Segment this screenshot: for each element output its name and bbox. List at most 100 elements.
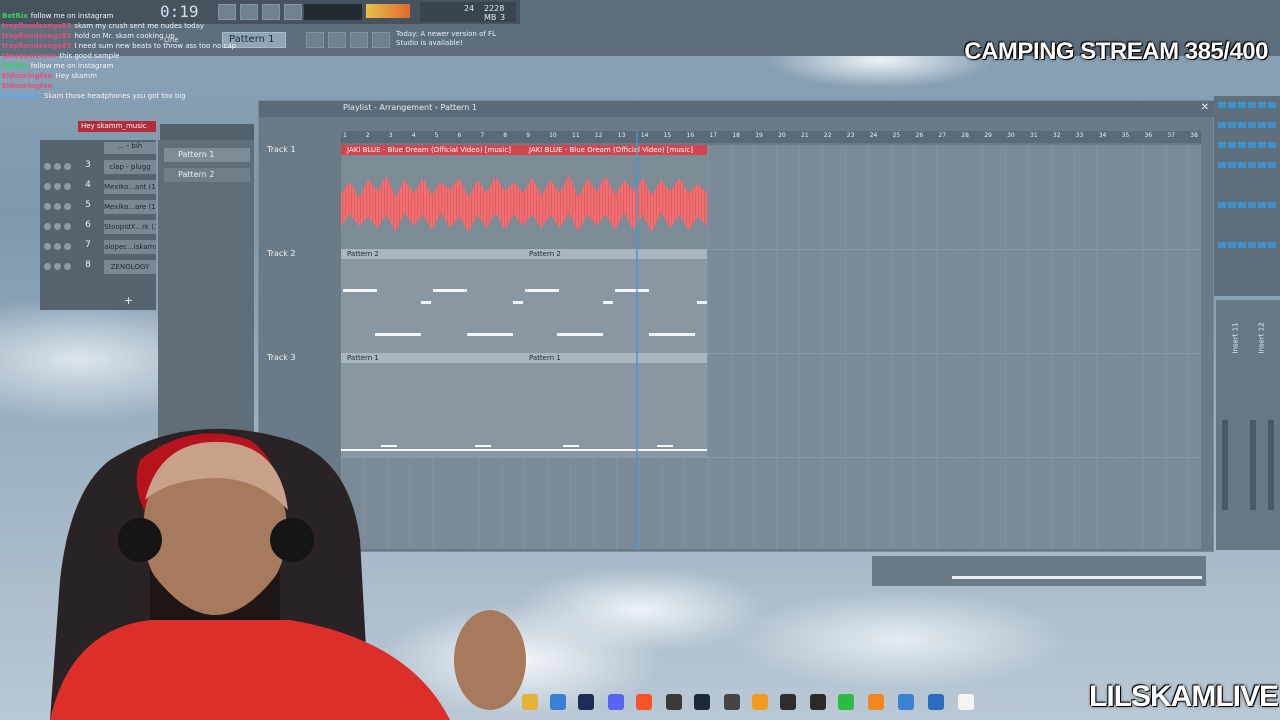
mixer-route-button[interactable] [1268,142,1276,148]
folder-icon[interactable] [522,694,538,710]
channel-toggle-icon[interactable] [54,183,61,190]
channel-toggle-icon[interactable] [64,243,71,250]
mixer-route-button[interactable] [1228,142,1236,148]
channel-name-button[interactable]: alopec...lskamx [104,240,156,254]
mixer-route-button[interactable] [1238,202,1246,208]
insert-12-label[interactable]: Insert 12 [1258,322,1266,353]
channel-toggle-icon[interactable] [44,263,51,270]
mixer-route-button[interactable] [1228,202,1236,208]
channel-name-button[interactable]: Mexiko...ant (1) [104,180,156,194]
insert-11-label[interactable]: Insert 11 [1232,322,1240,353]
mixer-route-button[interactable] [1228,102,1236,108]
channel-name-button[interactable]: StoopidX...rk (1) [104,220,156,234]
audio-clip[interactable]: JAKI BLUE - Blue Dream (Official Video) … [341,145,523,249]
mixer-route-button[interactable] [1228,242,1236,248]
fl-icon[interactable] [868,694,884,710]
ctrl-button[interactable] [328,32,346,48]
chat-username[interactable]: theresorceror [2,52,56,60]
mixer-route-button[interactable] [1218,102,1226,108]
mixer-route-button[interactable] [1248,142,1256,148]
channel-name-button[interactable]: clap - plugg [104,160,156,174]
chat-username[interactable]: Eldenringfan [2,82,53,90]
capcut-icon[interactable] [810,694,826,710]
mixer-route-button[interactable] [1268,242,1276,248]
mixer-route-button[interactable] [1258,242,1266,248]
mixer-route-button[interactable] [1238,102,1246,108]
channel-row[interactable]: 8 ZENOLOGY [40,258,156,276]
pattern-clip[interactable]: Pattern 2 [341,249,523,353]
add-channel-button[interactable]: + [124,294,133,307]
mixer-route-button[interactable] [1218,142,1226,148]
mixer-route-button[interactable] [1268,102,1276,108]
channel-toggle-icon[interactable] [54,263,61,270]
mixer-route-button[interactable] [1268,162,1276,168]
channel-toggle-icon[interactable] [64,203,71,210]
fl-studio-icon[interactable] [752,694,768,710]
explorer-icon[interactable] [928,694,944,710]
channel-toggle-icon[interactable] [64,263,71,270]
steam-icon[interactable] [694,694,710,710]
channel-row[interactable]: 3 clap - plugg [40,158,156,176]
channel-row[interactable]: 7 alopec...lskamx [40,238,156,256]
track-3-label[interactable]: Track 3 [267,353,296,362]
channel-name-button[interactable]: Mexiko...are (1) [104,200,156,214]
mixer-route-button[interactable] [1238,162,1246,168]
chat-username[interactable]: trapfiendsongs83 [2,32,71,40]
channel-toggle-icon[interactable] [64,223,71,230]
chat-username[interactable]: trapfiendsongs83 [2,22,71,30]
mixer-route-button[interactable] [1248,242,1256,248]
channel-toggle-icon[interactable] [44,163,51,170]
mixer-route-button[interactable] [1268,122,1276,128]
track-2-label[interactable]: Track 2 [267,249,296,258]
playhead-marker[interactable] [636,130,638,550]
record-button[interactable] [262,4,280,20]
pattern-clip[interactable]: Pattern 1 [523,353,707,457]
mixer-route-button[interactable] [1248,122,1256,128]
mixer-route-button[interactable] [1238,142,1246,148]
alt-button[interactable] [350,32,368,48]
chat-username[interactable]: BotRix [2,62,28,70]
mixer-route-button[interactable] [1218,242,1226,248]
chat-username[interactable]: KennyAce [2,92,41,100]
mixer-route-button[interactable] [1228,122,1236,128]
channel-toggle-icon[interactable] [64,183,71,190]
mixer-route-button[interactable] [1258,142,1266,148]
audio-clip[interactable]: JAKI BLUE - Blue Dream (Official Video) … [523,145,707,249]
mixer-route-button[interactable] [1248,102,1256,108]
chat-username[interactable]: Eldenringfan [2,72,53,80]
channel-toggle-icon[interactable] [44,223,51,230]
scroll-thumb[interactable] [952,576,1202,579]
channel-toggle-icon[interactable] [44,243,51,250]
fader-track[interactable] [1250,420,1256,510]
mixer-route-button[interactable] [1268,202,1276,208]
photoshop-icon[interactable] [578,694,594,710]
file-icon[interactable] [958,694,974,710]
mixer-route-button[interactable] [1218,122,1226,128]
timeline-ruler[interactable]: 1 2 3 4 5 6 7 8 9 10 11 12 13 14 15 16 17 18 19 20 21 22 23 24 2… [341,131,1201,143]
channel-row[interactable]: 6 StoopidX...rk (1) [40,218,156,236]
channel-toggle-icon[interactable] [44,183,51,190]
update-notice[interactable]: Today: A newer version of FL Studio is a… [396,30,496,52]
mixer-route-button[interactable] [1258,202,1266,208]
channel-row[interactable]: 4 Mexiko...ant (1) [40,178,156,196]
picker-item-pattern-2[interactable]: Pattern 2 [164,168,250,182]
channel-toggle-icon[interactable] [54,163,61,170]
app-icon[interactable] [838,694,854,710]
channel-name-button[interactable]: ZENOLOGY [104,260,156,274]
chat-username[interactable]: trapfiendsongs83 [2,42,71,50]
4k-icon[interactable] [780,694,796,710]
keyboard-icon[interactable] [724,694,740,710]
channel-toggle-icon[interactable] [54,203,61,210]
snap-button[interactable] [306,32,324,48]
notepad-icon[interactable] [898,694,914,710]
channel-toggle-icon[interactable] [64,163,71,170]
brave-icon[interactable] [636,694,652,710]
mixer-route-button[interactable] [1258,122,1266,128]
channel-row[interactable]: 5 Mexiko...are (1) [40,198,156,216]
mixer-route-button[interactable] [1248,162,1256,168]
mixer-route-button[interactable] [1218,202,1226,208]
discord-icon[interactable] [608,694,624,710]
mixer-route-button[interactable] [1228,162,1236,168]
mixer-route-button[interactable] [1248,202,1256,208]
tempo-button[interactable] [284,4,302,20]
